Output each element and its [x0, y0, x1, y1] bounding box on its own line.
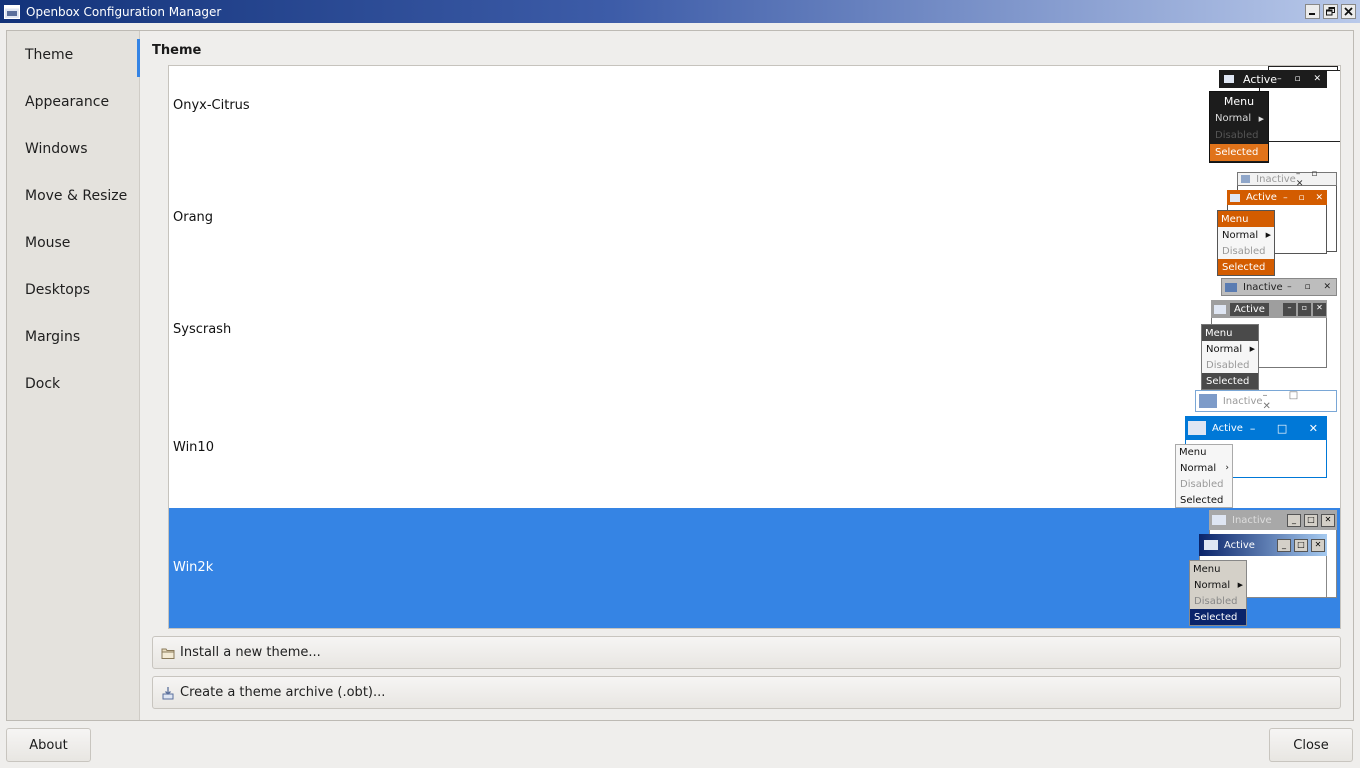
preview-disabled-label: Disabled — [1206, 359, 1250, 371]
preview-disabled-label: Disabled — [1222, 245, 1266, 257]
preview-normal-label: Normal — [1194, 579, 1231, 591]
sidebar-item-dock[interactable]: Dock — [7, 360, 139, 407]
window-title: Openbox Configuration Manager — [26, 4, 222, 19]
minimize-button[interactable] — [1305, 4, 1320, 19]
close-button-label: Close — [1293, 737, 1329, 753]
preview-inactive-label: Inactive — [1243, 281, 1283, 293]
preview-active-label: Active — [1230, 302, 1269, 316]
sidebar-item-label: Dock — [25, 375, 61, 392]
theme-row-onyx-citrus[interactable]: Onyx-Citrus Active – ▫ ✕ Menu Normal ▶ D… — [169, 66, 1340, 172]
sidebar-item-label: Mouse — [25, 234, 71, 251]
create-archive-label: Create a theme archive (.obt)... — [180, 685, 386, 700]
preview-disabled-label: Disabled — [1215, 130, 1259, 141]
sidebar-item-label: Windows — [25, 140, 88, 157]
sidebar-item-margins[interactable]: Margins — [7, 313, 139, 360]
preview-normal-label: Normal — [1180, 462, 1217, 474]
preview-inactive-label: Inactive — [1256, 173, 1296, 185]
preview-normal-label: Normal — [1222, 229, 1259, 241]
theme-name: Orang — [173, 210, 214, 225]
window-icon — [4, 4, 20, 19]
preview-disabled-label: Disabled — [1180, 478, 1224, 490]
sidebar-item-theme[interactable]: Theme — [7, 31, 140, 78]
close-button-footer[interactable]: Close — [1269, 728, 1353, 762]
preview-active-label: Active — [1246, 192, 1277, 203]
preview-selected-label: Selected — [1210, 144, 1268, 161]
theme-name: Syscrash — [173, 322, 232, 337]
about-button[interactable]: About — [6, 728, 91, 762]
theme-name: Win2k — [173, 560, 214, 575]
theme-list[interactable]: Onyx-Citrus Active – ▫ ✕ Menu Normal ▶ D… — [168, 65, 1341, 629]
theme-row-win2k[interactable]: Win2k Inactive _ □ ✕ Active _ □ ✕ Menu N… — [169, 508, 1340, 628]
theme-preview: Inactive – ▫ ✕ Active – ▫ ✕ Menu Normal ▶ D… — [1201, 278, 1339, 390]
sidebar-item-windows[interactable]: Windows — [7, 125, 139, 172]
sidebar-item-appearance[interactable]: Appearance — [7, 78, 139, 125]
preview-selected-label: Selected — [1180, 494, 1224, 506]
preview-menu-label: Menu — [1223, 94, 1255, 108]
close-button[interactable] — [1341, 4, 1356, 19]
sidebar-item-move-resize[interactable]: Move & Resize — [7, 172, 139, 219]
sidebar-item-mouse[interactable]: Mouse — [7, 219, 139, 266]
preview-active-label: Active — [1224, 539, 1255, 551]
sidebar-item-label: Appearance — [25, 93, 110, 110]
preview-active-label: Active — [1243, 72, 1278, 86]
create-archive-button[interactable]: Create a theme archive (.obt)... — [152, 676, 1341, 709]
theme-page: Theme Onyx-Citrus Active – ▫ ✕ Menu Norm… — [140, 31, 1353, 720]
close-icon — [1344, 7, 1353, 16]
theme-preview: Inactive – □ ✕ Active – □ ✕ Menu Normal ›… — [1175, 390, 1339, 508]
folder-icon — [161, 648, 175, 659]
window-titlebar: Openbox Configuration Manager — [0, 0, 1360, 23]
install-theme-button[interactable]: Install a new theme... — [152, 636, 1341, 669]
minimize-icon — [1309, 13, 1315, 15]
sidebar-item-label: Desktops — [25, 281, 91, 298]
theme-row-win10[interactable]: Win10 Inactive – □ ✕ Active – □ ✕ Menu N… — [169, 390, 1340, 508]
preview-inactive-label: Inactive — [1222, 395, 1263, 407]
maximize-icon — [1326, 7, 1335, 16]
about-button-label: About — [29, 737, 68, 753]
sidebar-item-label: Margins — [25, 328, 81, 345]
theme-preview: Inactive _ □ ✕ Active _ □ ✕ Menu Normal ▶ Dis… — [1189, 508, 1339, 628]
theme-name: Win10 — [173, 440, 214, 455]
preview-selected-label: Selected — [1202, 373, 1258, 389]
theme-row-syscrash[interactable]: Syscrash Inactive – ▫ ✕ Active – ▫ ✕ Menu — [169, 278, 1340, 390]
preview-menu-label: Menu — [1193, 563, 1221, 575]
sidebar-item-label: Move & Resize — [25, 187, 128, 204]
main-frame: Theme Appearance Windows Move & Resize M… — [6, 30, 1354, 721]
sidebar-item-label: Theme — [25, 46, 74, 63]
restore-button[interactable] — [1323, 4, 1338, 19]
preview-menu-label: Menu — [1179, 447, 1207, 458]
preview-normal-label: Normal — [1215, 113, 1252, 124]
preview-selected-label: Selected — [1218, 259, 1274, 275]
theme-preview: Inactive – ▫ ✕ Active – ▫ ✕ Menu Normal ▶… — [1217, 169, 1339, 278]
sidebar: Theme Appearance Windows Move & Resize M… — [7, 31, 140, 720]
preview-selected-label: Selected — [1190, 609, 1246, 625]
theme-preview: Active – ▫ ✕ Menu Normal ▶ Disabled Selec… — [1209, 66, 1340, 172]
theme-row-orang[interactable]: Orang Inactive – ▫ ✕ Active – ▫ ✕ Menu N… — [169, 169, 1340, 278]
install-theme-label: Install a new theme... — [180, 645, 321, 660]
preview-inactive-label: Inactive — [1232, 514, 1272, 526]
preview-normal-label: Normal — [1206, 343, 1243, 355]
preview-active-label: Active — [1212, 422, 1243, 434]
page-title: Theme — [152, 43, 202, 58]
preview-menu-label: Menu — [1202, 325, 1258, 341]
preview-menu-label: Menu — [1218, 211, 1274, 227]
theme-name: Onyx-Citrus — [173, 98, 250, 113]
sidebar-item-desktops[interactable]: Desktops — [7, 266, 139, 313]
archive-icon — [162, 686, 174, 699]
preview-disabled-label: Disabled — [1194, 595, 1238, 607]
